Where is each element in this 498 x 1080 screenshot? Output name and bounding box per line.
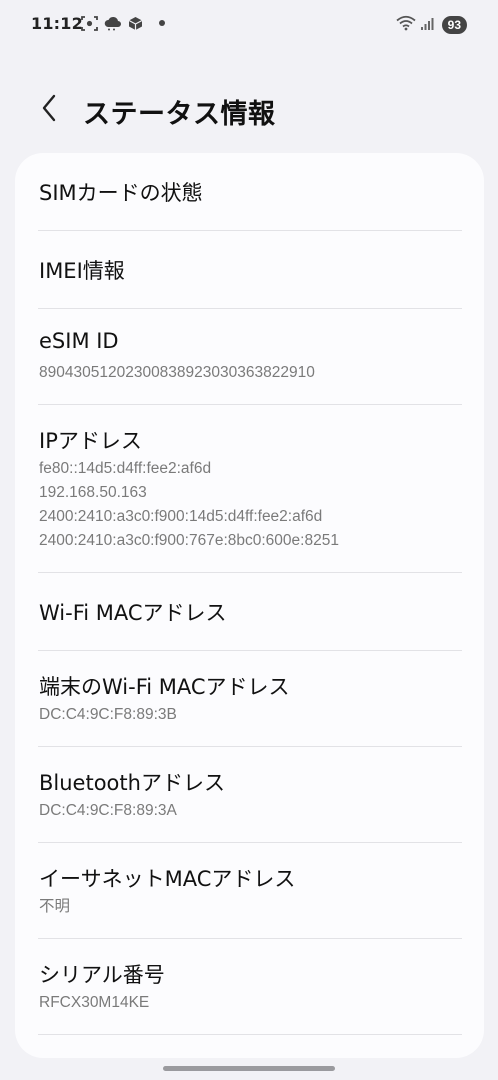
list-item-title: Wi-Fi MACアドレス: [39, 601, 227, 625]
list-item-wifi-mac[interactable]: Wi-Fi MACアドレス: [15, 573, 484, 650]
list-item-serial-number[interactable]: シリアル番号 RFCX30M14KE: [15, 939, 484, 1034]
list-item-title: eSIM ID: [39, 329, 119, 353]
status-time: 11:12: [31, 14, 83, 33]
list-item-title: 端末のWi-Fi MACアドレス: [39, 675, 290, 699]
list-item-subtitle: 不明: [39, 898, 71, 915]
wifi-icon: [396, 15, 416, 35]
list-item-title: IMEI情報: [39, 259, 125, 283]
divider: [38, 1034, 462, 1035]
status-icons-right: 93: [396, 15, 467, 35]
list-item-subtitle: 89043051202300838923030363822910: [39, 364, 315, 381]
list-item-sim-status[interactable]: SIMカードの状態: [15, 153, 484, 230]
list-item-subtitle: DC:C4:9C:F8:89:3A: [39, 802, 177, 819]
list-item-imei[interactable]: IMEI情報: [15, 231, 484, 308]
list-item-ethernet-mac[interactable]: イーサネットMACアドレス 不明: [15, 843, 484, 938]
screenshot-icon: [81, 15, 98, 31]
list-item-subtitle: fe80::14d5:d4ff:fee2:af6d: [39, 460, 212, 477]
list-item-title: イーサネットMACアドレス: [39, 867, 296, 891]
list-item-subtitle: 2400:2410:a3c0:f900:767e:8bc0:600e:8251: [39, 532, 339, 549]
signal-icon: [420, 16, 434, 35]
cloud-icon: [104, 15, 122, 31]
list-item-title: シリアル番号: [39, 963, 165, 987]
notification-dot: [159, 20, 165, 26]
home-indicator[interactable]: [163, 1066, 335, 1071]
list-item-subtitle: DC:C4:9C:F8:89:3B: [39, 706, 177, 723]
status-info-list: SIMカードの状態 IMEI情報 eSIM ID 890430512023008…: [15, 153, 484, 1058]
back-button[interactable]: [32, 90, 66, 130]
list-item-ip-address[interactable]: IPアドレス fe80::14d5:d4ff:fee2:af6d 192.168…: [15, 405, 484, 572]
page-title: ステータス情報: [83, 99, 276, 130]
list-item-title: SIMカードの状態: [39, 181, 203, 205]
chevron-left-icon: [41, 94, 57, 126]
list-item-subtitle: 192.168.50.163: [39, 484, 147, 501]
status-icons-left: [81, 15, 165, 31]
battery-icon: 93: [441, 16, 467, 34]
list-item-esim-id[interactable]: eSIM ID 89043051202300838923030363822910: [15, 309, 484, 404]
list-item-subtitle: RFCX30M14KE: [39, 994, 150, 1011]
list-item-subtitle: 2400:2410:a3c0:f900:14d5:d4ff:fee2:af6d: [39, 508, 323, 525]
list-item-title: Bluetoothアドレス: [39, 771, 225, 795]
status-bar: 11:12 93: [0, 0, 498, 50]
list-item-title: IPアドレス: [39, 429, 142, 453]
list-item-device-wifi-mac[interactable]: 端末のWi-Fi MACアドレス DC:C4:9C:F8:89:3B: [15, 651, 484, 746]
app-header: ステータス情報: [0, 80, 498, 140]
cube-icon: [128, 16, 143, 31]
list-item-bluetooth-address[interactable]: Bluetoothアドレス DC:C4:9C:F8:89:3A: [15, 747, 484, 842]
